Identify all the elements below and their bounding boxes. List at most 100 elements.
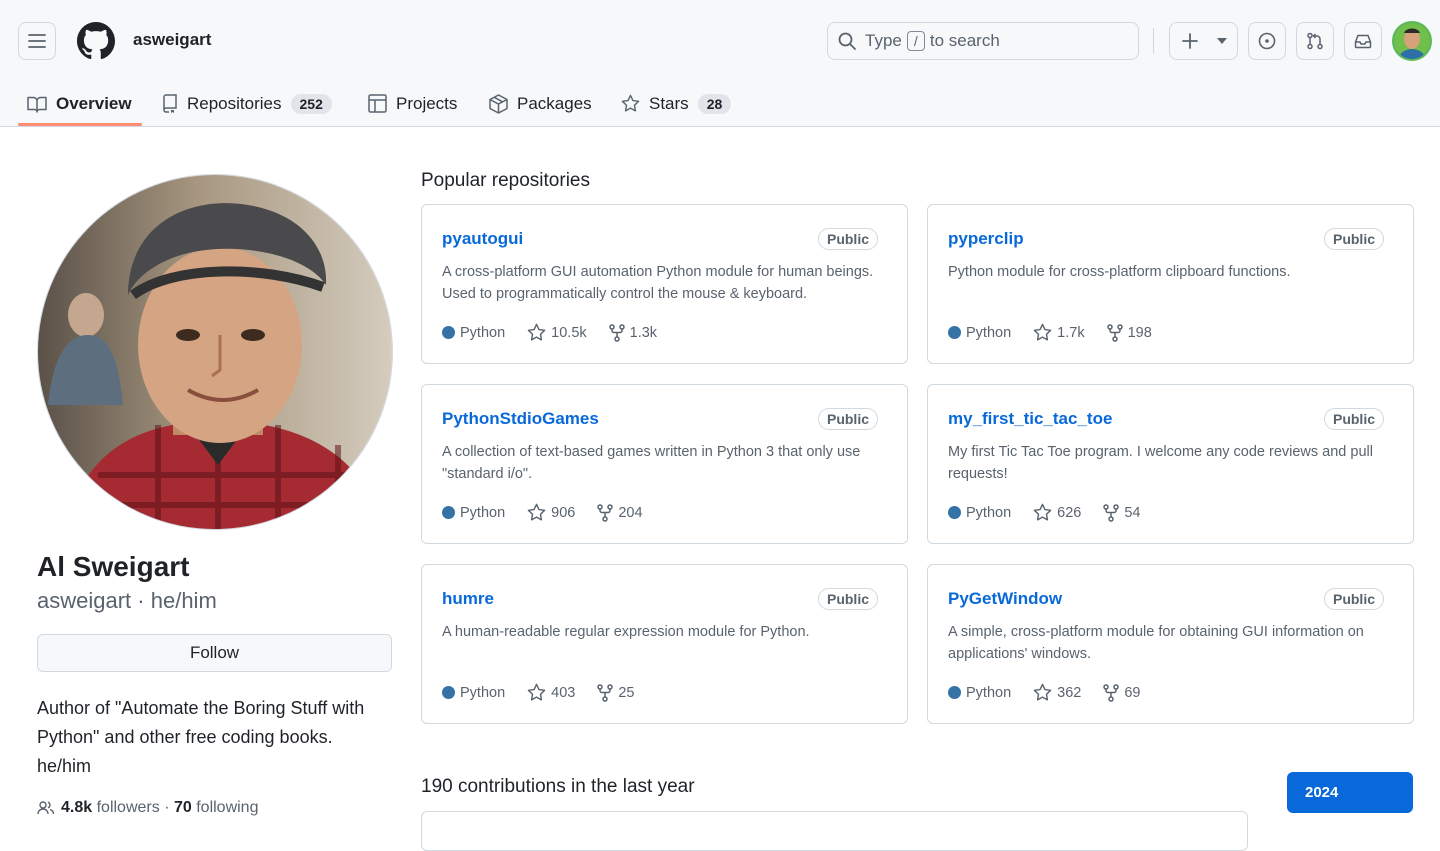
repo-card: PythonStdioGames Public A collection of … — [421, 384, 908, 544]
repo-forks-link[interactable]: 1.3k — [608, 323, 658, 342]
repo-name-link[interactable]: humre — [442, 589, 494, 609]
profile-bio: Author of "Automate the Boring Stuff wit… — [37, 698, 365, 776]
language-color-dot — [948, 506, 961, 519]
tab-repositories[interactable]: Repositories 252 — [162, 80, 332, 127]
follow-button[interactable]: Follow — [37, 634, 392, 672]
repo-forks-link[interactable]: 69 — [1103, 683, 1141, 702]
star-count: 362 — [1057, 684, 1082, 701]
repo-name-link[interactable]: pyautogui — [442, 229, 523, 249]
repo-meta: Python 362 69 — [948, 683, 1163, 702]
book-icon — [27, 95, 47, 113]
package-icon — [489, 93, 508, 114]
star-count: 626 — [1057, 504, 1082, 521]
header-username[interactable]: asweigart — [133, 30, 211, 50]
visibility-badge: Public — [817, 588, 878, 610]
repo-stars-link[interactable]: 10.5k — [527, 323, 587, 342]
language-name: Python — [966, 504, 1012, 521]
tab-stars[interactable]: Stars 28 — [621, 80, 732, 127]
repo-language: Python — [442, 505, 505, 521]
repo-icon — [162, 93, 178, 114]
star-icon — [1033, 683, 1057, 702]
top-bar: asweigart Type / to search — [0, 0, 1440, 80]
tab-projects[interactable]: Projects — [368, 80, 457, 127]
fork-count: 25 — [618, 684, 635, 701]
tab-packages[interactable]: Packages — [489, 80, 592, 127]
profile-login: asweigart — [37, 588, 132, 613]
star-icon — [621, 94, 640, 113]
profile-avatar[interactable] — [37, 174, 393, 530]
fork-count: 54 — [1124, 504, 1141, 521]
repo-name-link[interactable]: pyperclip — [948, 229, 1024, 249]
caret-down-icon — [1217, 38, 1227, 44]
repo-forks-link[interactable]: 204 — [597, 503, 643, 522]
repo-meta: Python 10.5k 1.3k — [442, 323, 679, 342]
repo-name-link[interactable]: PythonStdioGames — [442, 409, 599, 429]
fork-icon — [597, 683, 618, 702]
repo-language: Python — [442, 685, 505, 701]
repo-card: pyautogui Public A cross-platform GUI au… — [421, 204, 908, 364]
repo-language: Python — [948, 505, 1011, 521]
separator-dot: · — [164, 799, 170, 816]
following-label: following — [196, 799, 259, 816]
repo-language: Python — [948, 325, 1011, 341]
inbox-button[interactable] — [1344, 22, 1382, 60]
visibility-badge: Public — [1323, 228, 1384, 250]
year-selector-2024[interactable]: 2024 — [1287, 772, 1413, 813]
fork-icon — [608, 323, 630, 342]
tab-label: Packages — [517, 93, 592, 113]
people-icon — [37, 800, 55, 816]
profile-pronouns: he/him — [150, 588, 217, 613]
header-divider — [1153, 28, 1154, 54]
repo-stars-link[interactable]: 1.7k — [1033, 323, 1085, 342]
search-icon — [838, 32, 856, 50]
active-tab-indicator — [18, 123, 142, 126]
repo-stars-link[interactable]: 362 — [1033, 683, 1081, 702]
repo-card: humre Public A human-readable regular ex… — [421, 564, 908, 724]
repo-description: A simple, cross-platform module for obta… — [948, 624, 1364, 662]
followers-link[interactable]: 4.8k followers — [61, 799, 160, 817]
search-prefix: Type — [865, 31, 902, 50]
create-new-button[interactable] — [1169, 22, 1238, 60]
pull-requests-button[interactable] — [1296, 22, 1334, 60]
tab-label: Repositories — [187, 93, 282, 113]
search-input[interactable]: Type / to search — [827, 22, 1139, 60]
language-color-dot — [442, 506, 455, 519]
language-name: Python — [460, 324, 506, 341]
language-color-dot — [948, 326, 961, 339]
issues-button[interactable] — [1248, 22, 1286, 60]
profile-full-name: Al Sweigart — [37, 551, 190, 582]
fork-icon — [1103, 683, 1124, 702]
repo-meta: Python 403 25 — [442, 683, 657, 702]
repo-description: A collection of text-based games written… — [442, 444, 861, 482]
tab-label: Overview — [56, 93, 132, 113]
repo-stars-link[interactable]: 403 — [527, 683, 575, 702]
repo-name-link[interactable]: my_first_tic_tac_toe — [948, 409, 1112, 429]
repo-language: Python — [442, 325, 505, 341]
user-avatar-small[interactable] — [1392, 21, 1432, 61]
pull-request-icon — [1306, 32, 1324, 50]
inbox-icon — [1354, 33, 1372, 49]
following-link[interactable]: 70 following — [174, 799, 259, 817]
repo-forks-link[interactable]: 25 — [597, 683, 635, 702]
repo-stars-link[interactable]: 906 — [527, 503, 575, 522]
plus-icon — [1182, 33, 1198, 49]
repo-description: My first Tic Tac Toe program. I welcome … — [948, 444, 1373, 482]
table-icon — [368, 94, 387, 113]
tab-overview[interactable]: Overview — [27, 80, 132, 127]
fork-count: 1.3k — [629, 324, 658, 341]
menu-button[interactable] — [18, 22, 56, 60]
github-logo-icon[interactable] — [77, 22, 115, 60]
repo-forks-link[interactable]: 54 — [1103, 503, 1141, 522]
repo-stars-link[interactable]: 626 — [1033, 503, 1081, 522]
tab-label: Projects — [396, 93, 458, 113]
repo-name-link[interactable]: PyGetWindow — [948, 589, 1062, 609]
repo-description: A cross-platform GUI automation Python m… — [442, 264, 874, 302]
contribution-graph — [421, 811, 1248, 851]
tab-counter: 28 — [697, 93, 732, 114]
star-count: 403 — [551, 684, 576, 701]
contributions-title: 190 contributions in the last year — [421, 776, 695, 797]
star-count: 1.7k — [1057, 324, 1085, 341]
language-name: Python — [966, 684, 1012, 701]
repo-forks-link[interactable]: 198 — [1106, 323, 1152, 342]
fork-icon — [1106, 323, 1128, 342]
